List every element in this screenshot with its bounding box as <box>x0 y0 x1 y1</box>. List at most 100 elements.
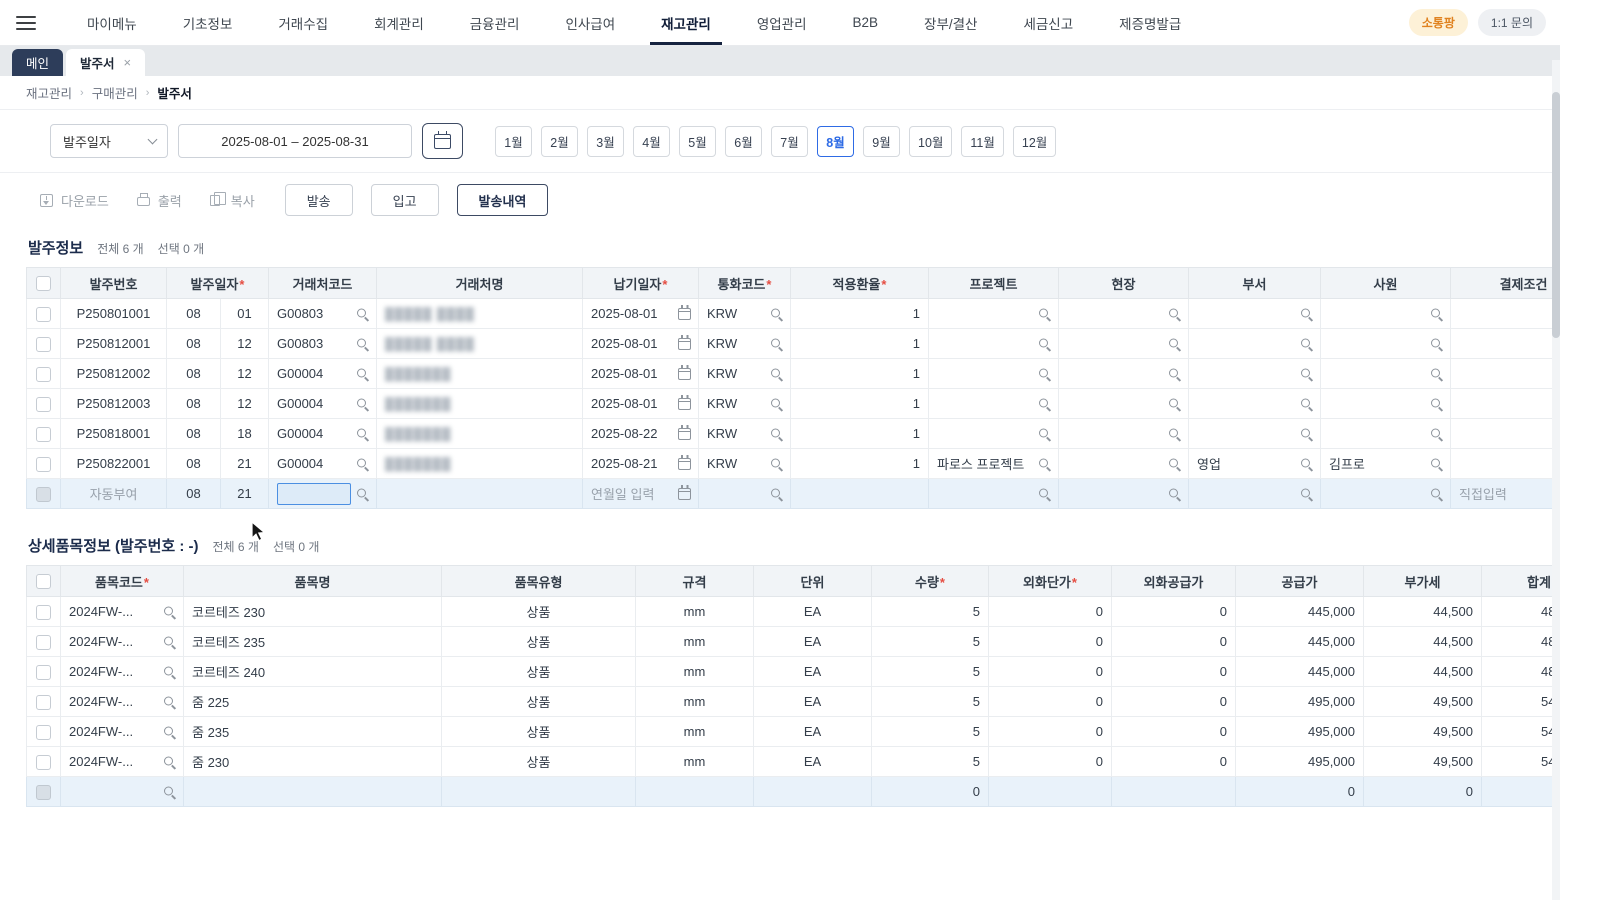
search-icon[interactable] <box>356 397 369 410</box>
item-row[interactable]: 2024FW-...코르테즈 235상품mmEA500445,00044,500… <box>27 627 1555 657</box>
payment-terms-cell[interactable] <box>1451 299 1555 329</box>
search-icon[interactable] <box>1038 367 1051 380</box>
column-header[interactable]: 사원 <box>1321 268 1451 299</box>
item-type-cell[interactable]: 상품 <box>442 717 636 747</box>
item-row[interactable]: 2024FW-...줌 230상품mmEA500495,00049,500544… <box>27 747 1555 777</box>
fc-unit-price-cell[interactable]: 0 <box>989 657 1112 687</box>
department-cell[interactable] <box>1189 479 1321 509</box>
scrollbar-thumb[interactable] <box>1552 92 1560 338</box>
search-icon[interactable] <box>1430 307 1443 320</box>
column-header[interactable]: 공급가 <box>1236 566 1364 597</box>
fc-supply-cell[interactable] <box>1112 777 1236 807</box>
item-name-cell[interactable]: 줌 235 <box>184 717 442 747</box>
nav-item[interactable]: 금융관리 <box>447 0 543 45</box>
item-code-cell[interactable]: 2024FW-... <box>61 687 184 717</box>
nav-item[interactable]: 마이메뉴 <box>64 0 160 45</box>
site-cell[interactable] <box>1059 299 1189 329</box>
column-header[interactable]: 발주번호 <box>61 268 167 299</box>
item-type-cell[interactable]: 상품 <box>442 627 636 657</box>
calendar-icon[interactable] <box>678 428 691 440</box>
search-icon[interactable] <box>1038 397 1051 410</box>
search-icon[interactable] <box>1430 427 1443 440</box>
search-icon[interactable] <box>1430 487 1443 500</box>
tab-home[interactable]: 메인 <box>12 49 63 76</box>
vat-cell[interactable]: 49,500 <box>1364 717 1482 747</box>
vendor-name-cell[interactable]: █████ ████ <box>377 329 583 359</box>
search-icon[interactable] <box>356 427 369 440</box>
exchange-rate-cell[interactable] <box>791 479 929 509</box>
month-button[interactable]: 9월 <box>863 126 900 157</box>
employee-cell[interactable] <box>1321 389 1451 419</box>
vendor-name-cell[interactable]: ███████ <box>377 389 583 419</box>
unit-cell[interactable]: EA <box>754 717 872 747</box>
item-code-cell[interactable]: 2024FW-... <box>61 717 184 747</box>
due-date-cell[interactable]: 2025-08-22 <box>583 419 699 449</box>
calendar-icon[interactable] <box>678 308 691 320</box>
column-header[interactable]: 적용환율* <box>791 268 929 299</box>
item-row[interactable]: 2024FW-...줌 225상품mmEA500495,00049,500544… <box>27 687 1555 717</box>
payment-terms-cell[interactable] <box>1451 329 1555 359</box>
row-checkbox[interactable] <box>36 487 51 502</box>
currency-cell[interactable]: KRW <box>699 449 791 479</box>
department-cell[interactable] <box>1189 299 1321 329</box>
column-header[interactable]: 부서 <box>1189 268 1321 299</box>
search-icon[interactable] <box>1430 367 1443 380</box>
breadcrumb-item[interactable]: 재고관리 <box>26 83 72 102</box>
month-button[interactable]: 1월 <box>495 126 532 157</box>
department-cell[interactable] <box>1189 389 1321 419</box>
spec-cell[interactable]: mm <box>636 627 754 657</box>
column-header[interactable]: 품목코드* <box>61 566 184 597</box>
quantity-cell[interactable]: 5 <box>872 597 989 627</box>
supply-price-cell[interactable]: 445,000 <box>1236 657 1364 687</box>
supply-price-cell[interactable]: 445,000 <box>1236 627 1364 657</box>
fc-supply-cell[interactable]: 0 <box>1112 627 1236 657</box>
nav-item[interactable]: 제증명발급 <box>1096 0 1204 45</box>
print-button[interactable]: 출력 <box>137 191 182 210</box>
month-button[interactable]: 2월 <box>541 126 578 157</box>
search-icon[interactable] <box>1038 487 1051 500</box>
search-icon[interactable] <box>163 635 176 648</box>
search-icon[interactable] <box>770 487 783 500</box>
search-icon[interactable] <box>1300 457 1313 470</box>
month-button[interactable]: 7월 <box>771 126 808 157</box>
order-row[interactable]: P2508220010821G00004███████2025-08-21KRW… <box>27 449 1555 479</box>
nav-item[interactable]: 인사급여 <box>542 0 638 45</box>
quantity-cell[interactable]: 5 <box>872 687 989 717</box>
search-icon[interactable] <box>1168 307 1181 320</box>
fc-unit-price-cell[interactable]: 0 <box>989 717 1112 747</box>
department-cell[interactable] <box>1189 359 1321 389</box>
search-icon[interactable] <box>1038 457 1051 470</box>
nav-item[interactable]: 장부/결산 <box>901 0 1000 45</box>
breadcrumb-item[interactable]: 발주서 <box>157 83 192 102</box>
row-checkbox[interactable] <box>36 337 51 352</box>
order-month-cell[interactable]: 08 <box>167 419 221 449</box>
fc-unit-price-cell[interactable]: 0 <box>989 747 1112 777</box>
nav-item[interactable]: 세금신고 <box>1000 0 1096 45</box>
spec-cell[interactable]: mm <box>636 597 754 627</box>
vendor-code-cell[interactable] <box>269 479 377 509</box>
site-cell[interactable] <box>1059 449 1189 479</box>
column-header[interactable]: 단위 <box>754 566 872 597</box>
column-header[interactable]: 납기일자* <box>583 268 699 299</box>
row-checkbox[interactable] <box>36 785 51 800</box>
search-icon[interactable] <box>163 665 176 678</box>
supply-price-cell[interactable]: 495,000 <box>1236 747 1364 777</box>
vendor-code-cell[interactable]: G00004 <box>269 449 377 479</box>
calendar-icon[interactable] <box>678 488 691 500</box>
column-header[interactable]: 발주일자* <box>167 268 269 299</box>
project-cell[interactable] <box>929 389 1059 419</box>
project-cell[interactable]: 파로스 프로젝트 <box>929 449 1059 479</box>
site-cell[interactable] <box>1059 389 1189 419</box>
vendor-code-cell[interactable]: G00803 <box>269 329 377 359</box>
month-button[interactable]: 5월 <box>679 126 716 157</box>
site-cell[interactable] <box>1059 329 1189 359</box>
due-date-cell[interactable]: 2025-08-01 <box>583 389 699 419</box>
currency-cell[interactable]: KRW <box>699 359 791 389</box>
employee-cell[interactable] <box>1321 299 1451 329</box>
exchange-rate-cell[interactable]: 1 <box>791 359 929 389</box>
column-header[interactable]: 거래처코드 <box>269 268 377 299</box>
item-entry-row[interactable]: 0000 <box>27 777 1555 807</box>
calendar-icon[interactable] <box>678 458 691 470</box>
quantity-cell[interactable]: 5 <box>872 627 989 657</box>
project-cell[interactable] <box>929 419 1059 449</box>
